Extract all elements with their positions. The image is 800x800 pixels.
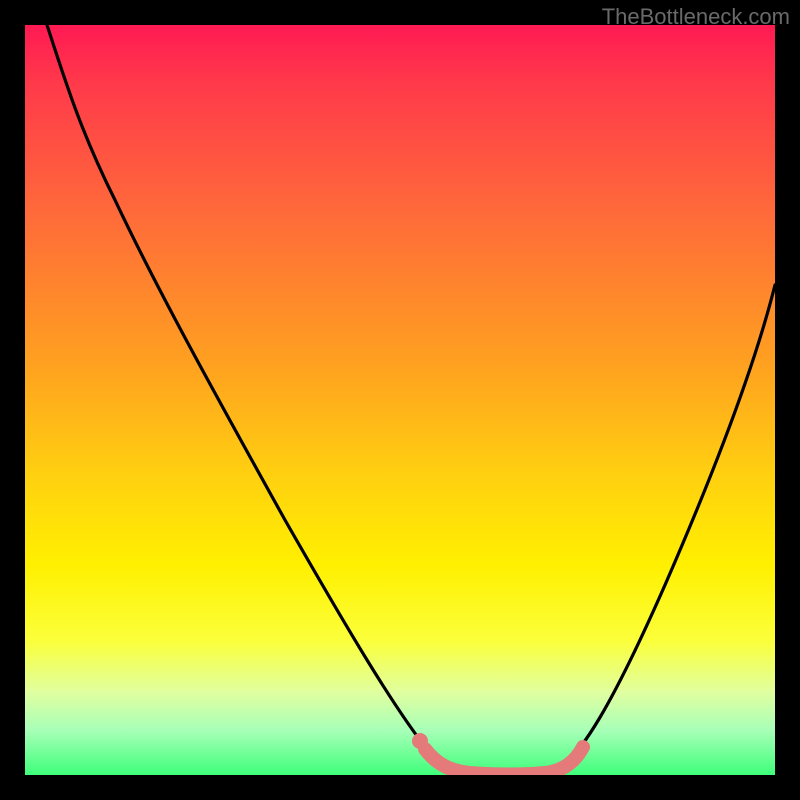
optimal-zone-highlight [425, 747, 583, 775]
highlight-start-dot [412, 733, 428, 749]
attribution-text: TheBottleneck.com [602, 4, 790, 30]
bottleneck-curve [47, 25, 775, 774]
chart-svg [25, 25, 775, 775]
chart-container: TheBottleneck.com [0, 0, 800, 800]
